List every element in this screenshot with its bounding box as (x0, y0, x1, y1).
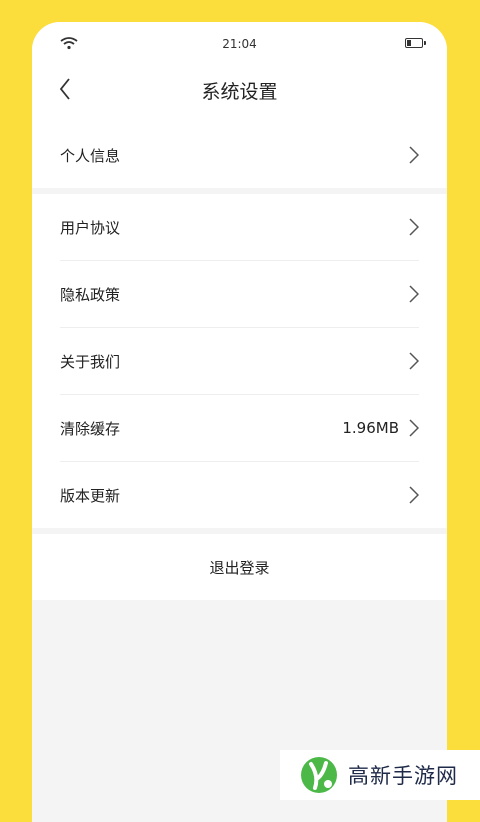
chevron-right-icon (409, 218, 419, 236)
settings-item-label: 隐私政策 (60, 285, 121, 304)
settings-item-version-update[interactable]: 版本更新 (60, 461, 419, 528)
nav-bar: 系统设置 (32, 64, 447, 122)
battery-icon (405, 38, 426, 48)
logout-label: 退出登录 (209, 558, 270, 577)
chevron-right-icon (409, 419, 419, 437)
status-time: 21:04 (222, 37, 257, 51)
settings-item-about-us[interactable]: 关于我们 (60, 327, 419, 394)
settings-item-label: 个人信息 (60, 146, 121, 165)
settings-group-personal: 个人信息 (32, 122, 447, 188)
watermark: 高新手游网 (280, 750, 480, 800)
phone-screen: 21:04 系统设置 个人信息 用户协议 隐私政策 关于我们 清除缓存 1.96… (32, 22, 447, 822)
settings-item-label: 用户协议 (60, 218, 121, 237)
settings-item-label: 关于我们 (60, 352, 121, 371)
top-area: 21:04 系统设置 (32, 22, 447, 122)
chevron-right-icon (409, 486, 419, 504)
watermark-text: 高新手游网 (348, 764, 458, 788)
chevron-right-icon (409, 146, 419, 164)
settings-item-personal-info[interactable]: 个人信息 (60, 122, 419, 188)
cache-size-value: 1.96MB (342, 419, 399, 437)
status-bar: 21:04 (32, 22, 447, 64)
settings-item-clear-cache[interactable]: 清除缓存 1.96MB (60, 394, 419, 461)
chevron-right-icon (409, 352, 419, 370)
settings-item-label: 清除缓存 (60, 419, 121, 438)
site-logo-icon (301, 757, 337, 793)
logout-button[interactable]: 退出登录 (32, 534, 447, 600)
settings-item-user-agreement[interactable]: 用户协议 (60, 194, 419, 260)
settings-item-label: 版本更新 (60, 486, 121, 505)
page-title: 系统设置 (201, 81, 278, 103)
chevron-right-icon (409, 285, 419, 303)
settings-item-privacy-policy[interactable]: 隐私政策 (60, 260, 419, 327)
settings-group-general: 用户协议 隐私政策 关于我们 清除缓存 1.96MB 版本更新 (32, 194, 447, 528)
